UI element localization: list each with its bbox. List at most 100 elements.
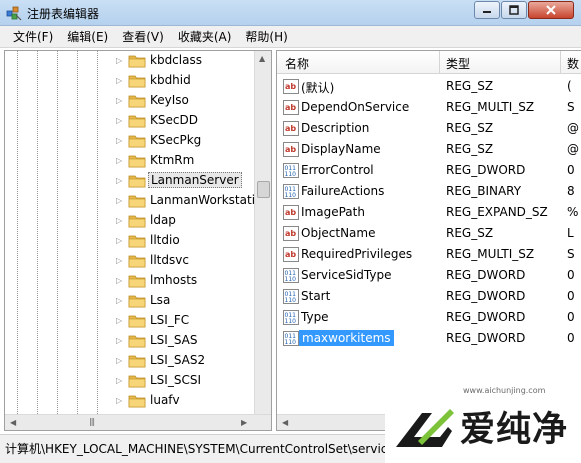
value-type: REG_SZ	[446, 121, 494, 135]
folder-icon	[128, 235, 146, 248]
menu-view[interactable]: 查看(V)	[115, 26, 171, 47]
expand-arrow-icon[interactable]: ▷	[116, 295, 124, 307]
tree-item[interactable]: ▷ LanmanServer	[5, 171, 255, 191]
tree-item-label: kbdclass	[150, 53, 202, 67]
list-row[interactable]: ab Description REG_SZ @	[277, 118, 581, 139]
column-header-data[interactable]: 数	[567, 55, 579, 72]
expand-arrow-icon[interactable]: ▷	[116, 135, 124, 147]
column-separator[interactable]	[439, 51, 440, 73]
tree-item[interactable]: ▷ Lsa	[5, 291, 255, 311]
value-name: DependOnService	[301, 100, 410, 114]
minimize-button[interactable]	[474, 1, 500, 19]
tree-item[interactable]: ▷ luafv	[5, 391, 255, 411]
scroll-grip[interactable]: |||	[89, 417, 95, 426]
svg-text:110: 110	[285, 297, 297, 304]
binary-value-icon: 011110	[283, 331, 299, 346]
expand-arrow-icon[interactable]: ▷	[116, 335, 124, 347]
tree-item-label: LSI_SAS	[150, 333, 198, 347]
folder-icon	[128, 135, 146, 148]
column-header-type[interactable]: 类型	[446, 55, 470, 72]
expand-arrow-icon[interactable]: ▷	[116, 315, 124, 327]
close-button[interactable]	[528, 1, 574, 19]
list-row[interactable]: ab ImagePath REG_EXPAND_SZ%	[277, 202, 581, 223]
tree-item[interactable]: ▷ KtmRm	[5, 151, 255, 171]
column-header-name[interactable]: 名称	[285, 55, 309, 72]
string-value-icon: ab	[283, 205, 299, 220]
tree-item-label: lltdio	[150, 233, 180, 247]
tree-item[interactable]: ▷ LSI_FC	[5, 311, 255, 331]
expand-arrow-icon[interactable]: ▷	[116, 75, 124, 87]
window-title: 注册表编辑器	[27, 7, 100, 21]
expand-arrow-icon[interactable]: ▷	[116, 215, 124, 227]
tree-item-label: Lsa	[150, 293, 171, 307]
value-data: %	[567, 205, 579, 219]
expand-arrow-icon[interactable]: ▷	[116, 395, 124, 407]
tree-item-label: LSI_SCSI	[150, 373, 201, 387]
expand-arrow-icon[interactable]: ▷	[116, 115, 124, 127]
scroll-left-icon[interactable]: ◀	[282, 418, 288, 427]
svg-text:110: 110	[285, 171, 297, 178]
value-name: ObjectName	[301, 226, 376, 240]
expand-arrow-icon[interactable]: ▷	[116, 195, 124, 207]
list-row[interactable]: ab DisplayName REG_SZ @	[277, 139, 581, 160]
list-row[interactable]: 011 110 ErrorControl REG_DWORD 0	[277, 160, 581, 181]
folder-icon	[128, 255, 146, 268]
folder-icon	[128, 375, 146, 388]
expand-arrow-icon[interactable]: ▷	[116, 275, 124, 287]
expand-arrow-icon[interactable]: ▷	[116, 355, 124, 367]
expand-arrow-icon[interactable]: ▷	[116, 95, 124, 107]
list-row[interactable]: 011 110 ServiceSidType REG_DWORD 0	[277, 265, 581, 286]
tree-item[interactable]: ▷ KSecDD	[5, 111, 255, 131]
menu-help[interactable]: 帮助(H)	[238, 26, 294, 47]
expand-arrow-icon[interactable]: ▷	[116, 55, 124, 67]
tree-item[interactable]: ▷ LSI_SAS	[5, 331, 255, 351]
tree-item[interactable]: ▷ LanmanWorkstation	[5, 191, 270, 211]
value-data: 0	[567, 268, 575, 282]
string-value-icon: ab	[283, 100, 299, 115]
tree-vertical-scrollbar[interactable]: ▲	[254, 51, 271, 414]
menu-file[interactable]: 文件(F)	[6, 26, 60, 47]
expand-arrow-icon[interactable]: ▷	[116, 235, 124, 247]
tree-item[interactable]: ▷ LSI_SAS2	[5, 351, 255, 371]
list-row[interactable]: 011 110 maxworkitems REG_DWORD 0	[277, 328, 581, 349]
list-row[interactable]: ab (默认) REG_SZ (	[277, 76, 581, 97]
list-row[interactable]: ab ObjectName REG_SZ L	[277, 223, 581, 244]
expand-arrow-icon[interactable]: ▷	[116, 175, 124, 187]
svg-text:110: 110	[285, 192, 297, 199]
maximize-button[interactable]	[501, 1, 527, 19]
list-row[interactable]: 011 110 Type REG_DWORD 0	[277, 307, 581, 328]
tree-item[interactable]: ▷ lltdsvc	[5, 251, 255, 271]
tree-scroll-thumb[interactable]	[257, 181, 270, 198]
folder-icon	[128, 215, 146, 228]
binary-value-icon: 011110	[283, 163, 299, 178]
folder-icon	[128, 155, 146, 168]
tree-item[interactable]: ▷ kbdclass	[5, 51, 255, 71]
list-row[interactable]: 011 110 Start REG_DWORD 0	[277, 286, 581, 307]
tree-item[interactable]: ▷ lltdio	[5, 231, 255, 251]
tree-item[interactable]: ▷ KeyIso	[5, 91, 255, 111]
scroll-right-icon[interactable]: ▶	[241, 418, 247, 427]
menu-edit[interactable]: 编辑(E)	[60, 26, 115, 47]
menu-bar: 文件(F) 编辑(E) 查看(V) 收藏夹(A) 帮助(H)	[0, 26, 581, 48]
expand-arrow-icon[interactable]: ▷	[116, 155, 124, 167]
menu-favorites[interactable]: 收藏夹(A)	[171, 26, 239, 47]
list-header: 名称 类型 数	[277, 51, 581, 74]
tree-item[interactable]: ▷ ldap	[5, 211, 255, 231]
list-row[interactable]: ab DependOnService REG_MULTI_SZ S	[277, 97, 581, 118]
scroll-up-icon[interactable]: ▲	[259, 54, 265, 63]
column-separator[interactable]	[560, 51, 561, 73]
list-row[interactable]: 011 110 FailureActions REG_BINARY 8	[277, 181, 581, 202]
value-name: RequiredPrivileges	[301, 247, 413, 261]
values-list[interactable]: 名称 类型 数 ab (默认) REG_SZ (ab DependOnService RE…	[276, 50, 581, 431]
tree-horizontal-scrollbar[interactable]: ◀ ||| ▶	[5, 414, 271, 430]
registry-tree[interactable]: ▷ kbdclass ▷ kbdhid ▷ KeyIso ▷ KSecDD ▷ KSecPkg ▷ K…	[4, 50, 272, 431]
value-name: FailureActions	[301, 184, 385, 198]
scroll-left-icon[interactable]: ◀	[10, 418, 16, 427]
tree-item[interactable]: ▷ KSecPkg	[5, 131, 255, 151]
tree-item[interactable]: ▷ lmhosts	[5, 271, 255, 291]
expand-arrow-icon[interactable]: ▷	[116, 255, 124, 267]
expand-arrow-icon[interactable]: ▷	[116, 375, 124, 387]
list-row[interactable]: ab RequiredPrivileges REG_MULTI_SZ S	[277, 244, 581, 265]
tree-item[interactable]: ▷ kbdhid	[5, 71, 255, 91]
tree-item[interactable]: ▷ LSI_SCSI	[5, 371, 255, 391]
